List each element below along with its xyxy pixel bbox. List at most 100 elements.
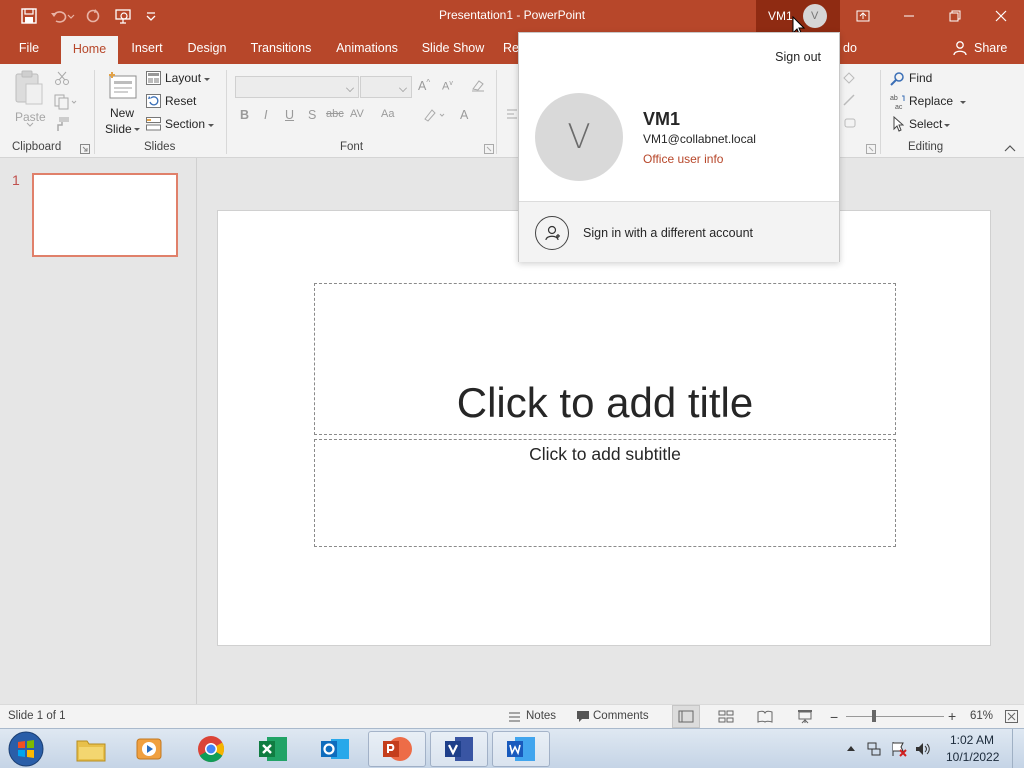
highlight-icon[interactable] xyxy=(422,107,446,123)
tab-animations[interactable]: Animations xyxy=(330,32,404,64)
layout-button[interactable]: Layout xyxy=(146,70,220,88)
tray-arrow-icon[interactable] xyxy=(846,744,856,752)
flag-icon[interactable] xyxy=(890,741,908,757)
explorer-icon xyxy=(75,735,107,763)
drawing-launcher-icon[interactable] xyxy=(866,144,876,154)
paragraph-align-icon[interactable] xyxy=(506,108,518,122)
zoom-slider[interactable] xyxy=(846,710,944,722)
clock-time[interactable]: 1:02 AM xyxy=(950,733,994,747)
undo-dropdown-icon[interactable] xyxy=(66,7,76,25)
normal-view-icon[interactable] xyxy=(672,705,700,728)
account-display-name: VM1 xyxy=(643,109,681,129)
replace-label: Replace xyxy=(909,94,954,108)
section-label: Section xyxy=(165,117,206,131)
ribbon-display-icon[interactable] xyxy=(840,0,886,32)
volume-icon[interactable] xyxy=(914,741,932,757)
restore-icon[interactable] xyxy=(932,0,978,32)
copy-icon[interactable] xyxy=(54,94,78,110)
taskbar-powerpoint[interactable] xyxy=(368,731,426,767)
save-icon[interactable] xyxy=(20,7,38,25)
cut-icon[interactable] xyxy=(54,70,70,86)
title-placeholder[interactable]: Click to add title xyxy=(314,283,896,435)
sign-out-link[interactable]: Sign out xyxy=(775,50,821,64)
reset-icon xyxy=(146,94,161,108)
minimize-icon[interactable] xyxy=(886,0,932,32)
sign-in-different-account-button[interactable]: Sign in with a different account xyxy=(519,201,839,262)
grow-font-icon[interactable]: A^ xyxy=(418,78,430,93)
zoom-in-button[interactable]: + xyxy=(948,708,956,724)
chevron-down-icon xyxy=(346,84,354,92)
notes-button[interactable]: Notes xyxy=(508,709,562,725)
network-icon[interactable] xyxy=(866,741,882,757)
zoom-level[interactable]: 61% xyxy=(970,710,993,722)
sorter-view-icon[interactable] xyxy=(718,710,734,723)
bold-button[interactable]: B xyxy=(240,108,249,122)
font-size-combo[interactable] xyxy=(360,76,412,98)
paste-icon xyxy=(12,70,48,106)
tab-home[interactable]: Home xyxy=(61,36,118,64)
clear-formatting-icon[interactable] xyxy=(470,77,486,93)
shape-fill-icon[interactable] xyxy=(842,70,856,84)
taskbar-media-player[interactable] xyxy=(120,731,178,767)
excel-icon xyxy=(257,734,289,764)
tab-tell-me[interactable]: do xyxy=(840,32,860,64)
font-name-combo[interactable] xyxy=(235,76,359,98)
subtitle-placeholder[interactable]: Click to add subtitle xyxy=(314,439,896,547)
underline-button[interactable]: U xyxy=(285,108,294,122)
strikethrough-button[interactable]: abc xyxy=(326,108,344,120)
replace-button[interactable]: ab ac Replace xyxy=(890,93,976,111)
taskbar-chrome[interactable] xyxy=(182,731,240,767)
shrink-font-icon[interactable]: Av xyxy=(442,80,453,93)
svg-text:ac: ac xyxy=(895,104,903,110)
format-painter-icon[interactable] xyxy=(54,116,70,132)
taskbar-excel[interactable] xyxy=(244,731,302,767)
office-user-info-link[interactable]: Office user info xyxy=(643,152,723,166)
shape-effects-icon[interactable] xyxy=(842,116,858,130)
reading-view-icon[interactable] xyxy=(757,710,773,723)
close-icon[interactable] xyxy=(978,0,1024,32)
font-group-label: Font xyxy=(340,141,364,153)
shape-outline-icon[interactable] xyxy=(842,93,856,107)
fit-icon[interactable] xyxy=(1005,710,1018,723)
start-icon[interactable] xyxy=(6,730,46,768)
paste-button[interactable]: Paste xyxy=(12,70,48,130)
shadow-button[interactable]: S xyxy=(308,108,316,122)
svg-text:ab: ab xyxy=(890,95,898,102)
collapse-ribbon-icon[interactable] xyxy=(1004,144,1016,152)
slide-thumbnail[interactable] xyxy=(32,173,178,257)
character-spacing-button[interactable]: AV xyxy=(350,108,364,120)
zoom-out-button[interactable]: − xyxy=(830,709,838,725)
slideshow-view-icon[interactable] xyxy=(797,709,813,724)
clipboard-launcher-icon[interactable] xyxy=(80,144,90,154)
italic-button[interactable]: I xyxy=(264,108,267,122)
zoom-slider-thumb[interactable] xyxy=(872,710,876,722)
tab-slide-show[interactable]: Slide Show xyxy=(418,32,488,64)
new-slide-button[interactable]: New Slide xyxy=(102,70,142,138)
tab-insert[interactable]: Insert xyxy=(124,32,170,64)
taskbar-explorer[interactable] xyxy=(62,731,120,767)
change-case-button[interactable]: Aa xyxy=(381,108,394,120)
tab-file[interactable]: File xyxy=(8,32,50,64)
clock-date[interactable]: 10/1/2022 xyxy=(946,750,999,764)
section-button[interactable]: Section xyxy=(146,116,220,134)
font-launcher-icon[interactable] xyxy=(484,144,494,154)
comments-button[interactable]: Comments xyxy=(576,709,654,725)
font-color-button[interactable]: A xyxy=(460,108,468,122)
customize-icon[interactable] xyxy=(144,7,162,25)
paste-dropdown-icon[interactable] xyxy=(26,122,34,128)
find-button[interactable]: Find xyxy=(890,70,970,88)
reset-button[interactable]: Reset xyxy=(146,93,220,111)
taskbar-word[interactable] xyxy=(492,731,550,767)
present-icon[interactable] xyxy=(114,7,132,25)
taskbar-outlook[interactable] xyxy=(306,731,364,767)
tab-transitions[interactable]: Transitions xyxy=(246,32,316,64)
replace-icon: ab ac xyxy=(890,93,907,110)
share-button[interactable]: Share xyxy=(952,40,1007,56)
show-desktop-button[interactable] xyxy=(1012,729,1024,768)
redo-icon[interactable] xyxy=(84,7,102,25)
select-button[interactable]: Select xyxy=(890,116,970,134)
notes-icon xyxy=(508,711,521,723)
slide-canvas[interactable]: Click to add title Click to add subtitle xyxy=(217,210,991,646)
taskbar-visio[interactable] xyxy=(430,731,488,767)
tab-design[interactable]: Design xyxy=(180,32,234,64)
